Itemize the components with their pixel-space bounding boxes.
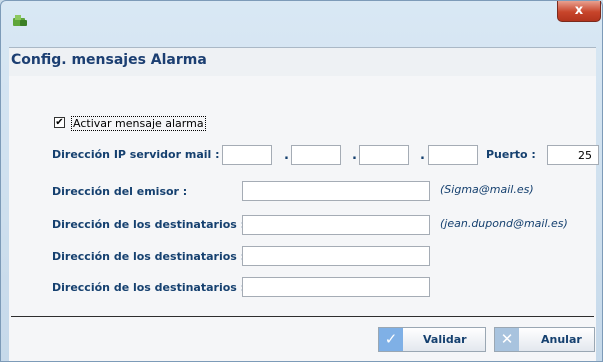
destinatarios-label-3: Dirección de los destinatarios :: [52, 281, 246, 294]
check-icon: ✓: [379, 328, 403, 351]
validar-button-label: Validar: [423, 333, 467, 346]
ip-octet-3[interactable]: [359, 145, 409, 165]
ip-server-label: Dirección IP servidor mail :: [52, 148, 220, 161]
ip-separator: .: [352, 148, 357, 163]
ip-octet-2[interactable]: [291, 145, 341, 165]
ip-separator: .: [420, 148, 425, 163]
anular-button[interactable]: ✕ Anular: [494, 327, 595, 352]
destinatarios-hint: (jean.dupond@mail.es): [440, 217, 568, 230]
footer-divider: [11, 316, 594, 317]
activar-checkbox[interactable]: ✔: [54, 117, 65, 128]
checkmark-icon: ✔: [55, 117, 64, 128]
ip-separator: .: [284, 148, 289, 163]
destinatarios-input-2[interactable]: [242, 246, 430, 266]
emisor-input[interactable]: [242, 181, 430, 201]
ip-octet-4[interactable]: [428, 145, 478, 165]
close-icon: x: [574, 3, 584, 18]
destinatarios-label-1: Dirección de los destinatarios :: [52, 218, 246, 231]
puerto-input[interactable]: [547, 145, 599, 165]
close-button[interactable]: x: [557, 1, 601, 22]
form-panel: ✔ Activar mensaje alarma Dirección IP se…: [9, 76, 599, 361]
puerto-label: Puerto :: [486, 148, 536, 161]
destinatarios-input-1[interactable]: [242, 215, 430, 235]
destinatarios-input-3[interactable]: [242, 277, 430, 297]
ip-octet-1[interactable]: [222, 145, 272, 165]
dialog-window: x Config. mensajes Alarma ✔ Activar mens…: [0, 0, 603, 362]
dialog-header: Config. mensajes Alarma: [9, 47, 596, 77]
validar-button[interactable]: ✓ Validar: [378, 327, 486, 352]
page-title: Config. mensajes Alarma: [11, 52, 207, 68]
close-icon: ✕: [495, 328, 519, 351]
activar-checkbox-label[interactable]: Activar mensaje alarma: [71, 116, 206, 131]
title-bar[interactable]: x: [1, 1, 602, 31]
emisor-label: Dirección del emisor :: [52, 185, 188, 198]
destinatarios-label-2: Dirección de los destinatarios :: [52, 250, 246, 263]
anular-button-label: Anular: [541, 333, 582, 346]
emisor-hint: (Sigma@mail.es): [440, 183, 534, 196]
app-icon: [13, 15, 27, 26]
